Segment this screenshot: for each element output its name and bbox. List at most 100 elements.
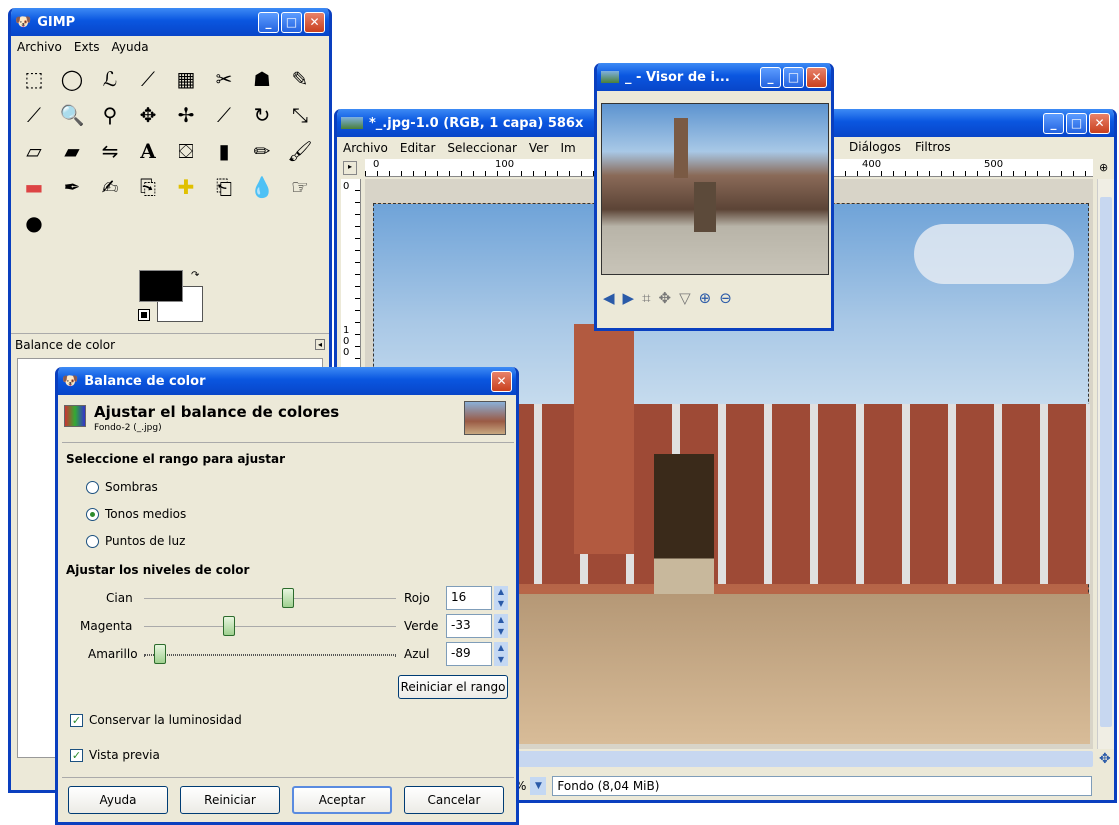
blend-icon[interactable]: ▮ — [207, 134, 241, 168]
menu-ver[interactable]: Ver — [529, 141, 549, 155]
zoom-out-nav-icon[interactable]: ◀ — [603, 289, 615, 307]
zoom-in-icon[interactable]: ⊕ — [699, 289, 712, 307]
toolbox-titlebar[interactable]: 🐶 GIMP _ □ ✕ — [11, 8, 329, 36]
dialog-titlebar[interactable]: 🐶 Balance de color ✕ — [58, 367, 516, 395]
radio-puntos-luz[interactable]: Puntos de luz — [86, 534, 185, 548]
text-icon[interactable]: A — [131, 134, 165, 168]
navigator-preview[interactable] — [601, 103, 829, 275]
foreground-color-swatch[interactable] — [139, 270, 183, 302]
radio-tonos-medios[interactable]: Tonos medios — [86, 507, 186, 521]
zoom-in-nav-icon[interactable]: ▶ — [623, 289, 635, 307]
dodge-burn-icon[interactable]: ● — [17, 206, 51, 240]
shrink-wrap-icon[interactable]: ▽ — [679, 289, 691, 307]
close-button[interactable]: ✕ — [491, 370, 512, 392]
menu-editar[interactable]: Editar — [400, 141, 436, 155]
azul-value-input[interactable]: -89 — [446, 642, 492, 666]
zoom-100-icon[interactable]: ⌗ — [642, 289, 650, 307]
preserve-luminosity-checkbox[interactable]: ✓ Conservar la luminosidad — [70, 713, 242, 727]
slider-magenta-verde-thumb[interactable] — [223, 616, 235, 636]
navigate-icon[interactable]: ✥ — [1099, 751, 1111, 767]
radio-puntos-luz-indicator[interactable] — [86, 535, 99, 548]
align-icon[interactable]: ✢ — [169, 98, 203, 132]
verde-spin-button[interactable]: ▲ ▼ — [494, 614, 508, 638]
zoom-fit-window-icon[interactable]: ✥ — [659, 289, 672, 307]
navigator-titlebar[interactable]: _ - Visor de i... _ □ ✕ — [597, 63, 831, 91]
swap-colors-icon[interactable]: ↷ — [191, 270, 199, 281]
color-swatch[interactable]: ↷ — [138, 270, 209, 326]
cancel-button[interactable]: Cancelar — [404, 786, 504, 814]
preview-check[interactable]: ✓ — [70, 749, 83, 762]
foreground-select-icon[interactable]: ☗ — [245, 62, 279, 96]
slider-amarillo-azul[interactable] — [144, 654, 396, 656]
free-select-icon[interactable]: ℒ — [93, 62, 127, 96]
airbrush-icon[interactable]: ✒ — [55, 170, 89, 204]
quick-mask-toggle[interactable]: ▸ — [343, 161, 357, 175]
scissors-icon[interactable]: ✂ — [207, 62, 241, 96]
measure-icon[interactable]: ⚲ — [93, 98, 127, 132]
maximize-button[interactable]: □ — [1066, 112, 1087, 134]
perspective-clone-icon[interactable]: ⎗ — [207, 170, 241, 204]
ok-button[interactable]: Aceptar — [292, 786, 392, 814]
vertical-scrollbar[interactable] — [1097, 179, 1114, 749]
scroll-thumb-vertical[interactable] — [1100, 197, 1112, 727]
color-picker-icon[interactable]: ⟋ — [17, 98, 51, 132]
pencil-icon[interactable]: ✏ — [245, 134, 279, 168]
dock-menu-icon[interactable]: ◂ — [314, 339, 325, 350]
menu-exts[interactable]: Exts — [74, 40, 100, 54]
zoom-icon[interactable]: 🔍 — [55, 98, 89, 132]
verde-value-input[interactable]: -33 — [446, 614, 492, 638]
scale-icon[interactable]: ⤡ — [283, 98, 317, 132]
default-colors-icon[interactable] — [138, 309, 150, 321]
slider-cian-rojo[interactable] — [144, 598, 396, 599]
blur-icon[interactable]: 💧 — [245, 170, 279, 204]
flip-icon[interactable]: ⇋ — [93, 134, 127, 168]
radio-tonos-medios-indicator[interactable] — [86, 508, 99, 521]
slider-amarillo-azul-thumb[interactable] — [154, 644, 166, 664]
menu-archivo[interactable]: Archivo — [17, 40, 62, 54]
close-button[interactable]: ✕ — [806, 66, 827, 88]
maximize-button[interactable]: □ — [281, 11, 302, 33]
minimize-button[interactable]: _ — [760, 66, 781, 88]
menu-archivo[interactable]: Archivo — [343, 141, 388, 155]
zoom-fit-icon[interactable]: ⊕ — [1099, 161, 1108, 174]
shear-icon[interactable]: ▱ — [17, 134, 51, 168]
crop-icon[interactable]: ⟋ — [207, 98, 241, 132]
slider-magenta-verde[interactable] — [144, 626, 396, 627]
rect-select-icon[interactable]: ⬚ — [17, 62, 51, 96]
minimize-button[interactable]: _ — [258, 11, 279, 33]
menu-ayuda[interactable]: Ayuda — [112, 40, 149, 54]
help-button[interactable]: Ayuda — [68, 786, 168, 814]
color-select-icon[interactable]: ▦ — [169, 62, 203, 96]
close-button[interactable]: ✕ — [304, 11, 325, 33]
ellipse-select-icon[interactable]: ◯ — [55, 62, 89, 96]
move-icon[interactable]: ✥ — [131, 98, 165, 132]
menu-seleccionar[interactable]: Seleccionar — [447, 141, 516, 155]
perspective-icon[interactable]: ▰ — [55, 134, 89, 168]
rotate-icon[interactable]: ↻ — [245, 98, 279, 132]
slider-cian-rojo-thumb[interactable] — [282, 588, 294, 608]
menu-dialogos[interactable]: Diálogos — [849, 140, 901, 154]
menu-filtros[interactable]: Filtros — [915, 140, 951, 154]
radio-sombras-indicator[interactable] — [86, 481, 99, 494]
close-button[interactable]: ✕ — [1089, 112, 1110, 134]
preview-checkbox[interactable]: ✓ Vista previa — [70, 748, 160, 762]
fuzzy-select-icon[interactable]: ⟋ — [131, 62, 165, 96]
azul-spin-button[interactable]: ▲ ▼ — [494, 642, 508, 666]
reset-button[interactable]: Reiniciar — [180, 786, 280, 814]
minimize-button[interactable]: _ — [1043, 112, 1064, 134]
paintbrush-icon[interactable]: 🖌 — [283, 134, 317, 168]
clone-icon[interactable]: ⎘ — [131, 170, 165, 204]
rojo-spin-button[interactable]: ▲ ▼ — [494, 586, 508, 610]
heal-icon[interactable]: ✚ — [169, 170, 203, 204]
paths-icon[interactable]: ✎ — [283, 62, 317, 96]
reset-range-button[interactable]: Reiniciar el rango — [398, 675, 508, 699]
zoom-out-icon[interactable]: ⊖ — [719, 289, 732, 307]
menu-imagen[interactable]: Im — [560, 141, 575, 155]
smudge-icon[interactable]: ☞ — [283, 170, 317, 204]
ink-icon[interactable]: ✍ — [93, 170, 127, 204]
preserve-luminosity-check[interactable]: ✓ — [70, 714, 83, 727]
eraser-icon[interactable]: ▬ — [17, 170, 51, 204]
zoom-dropdown-icon[interactable]: ▼ — [530, 777, 547, 795]
radio-sombras[interactable]: Sombras — [86, 480, 158, 494]
horizontal-scrollbar[interactable] — [517, 751, 1093, 767]
